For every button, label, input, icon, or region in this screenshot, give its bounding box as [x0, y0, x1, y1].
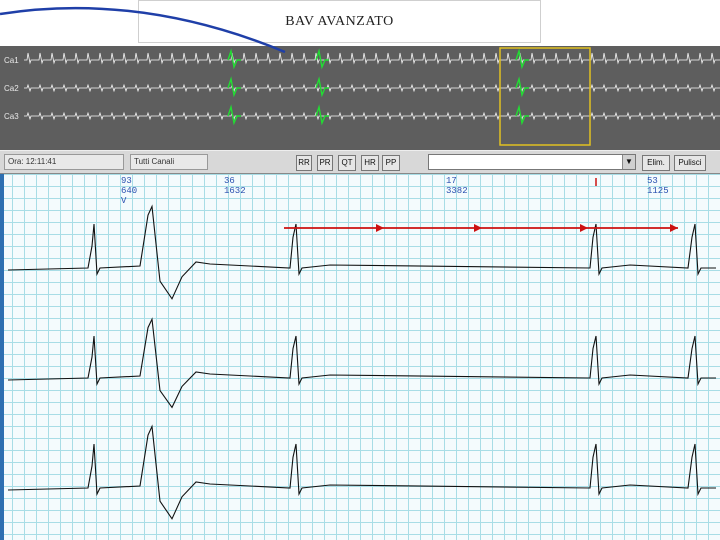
highlight-beat — [515, 48, 529, 70]
highlight-beat — [227, 104, 241, 126]
selection-window — [499, 47, 591, 146]
highlight-beat — [227, 76, 241, 98]
arrow-head — [580, 224, 588, 232]
overview-trace — [24, 83, 720, 93]
arrow-head — [376, 224, 384, 232]
overview-trace — [24, 111, 720, 121]
highlight-beat — [515, 76, 529, 98]
arrow-head — [474, 224, 482, 232]
overview-trace — [24, 52, 720, 65]
highlight-beat — [515, 104, 529, 126]
ecg-lead-2 — [7, 317, 716, 409]
ecg-lead-3 — [7, 424, 716, 520]
slide-swoosh — [0, 6, 286, 54]
arrow-head — [670, 224, 678, 232]
highlight-beat — [227, 48, 241, 70]
ecg-drawing — [0, 6, 720, 520]
ecg-lead-1 — [7, 204, 716, 300]
